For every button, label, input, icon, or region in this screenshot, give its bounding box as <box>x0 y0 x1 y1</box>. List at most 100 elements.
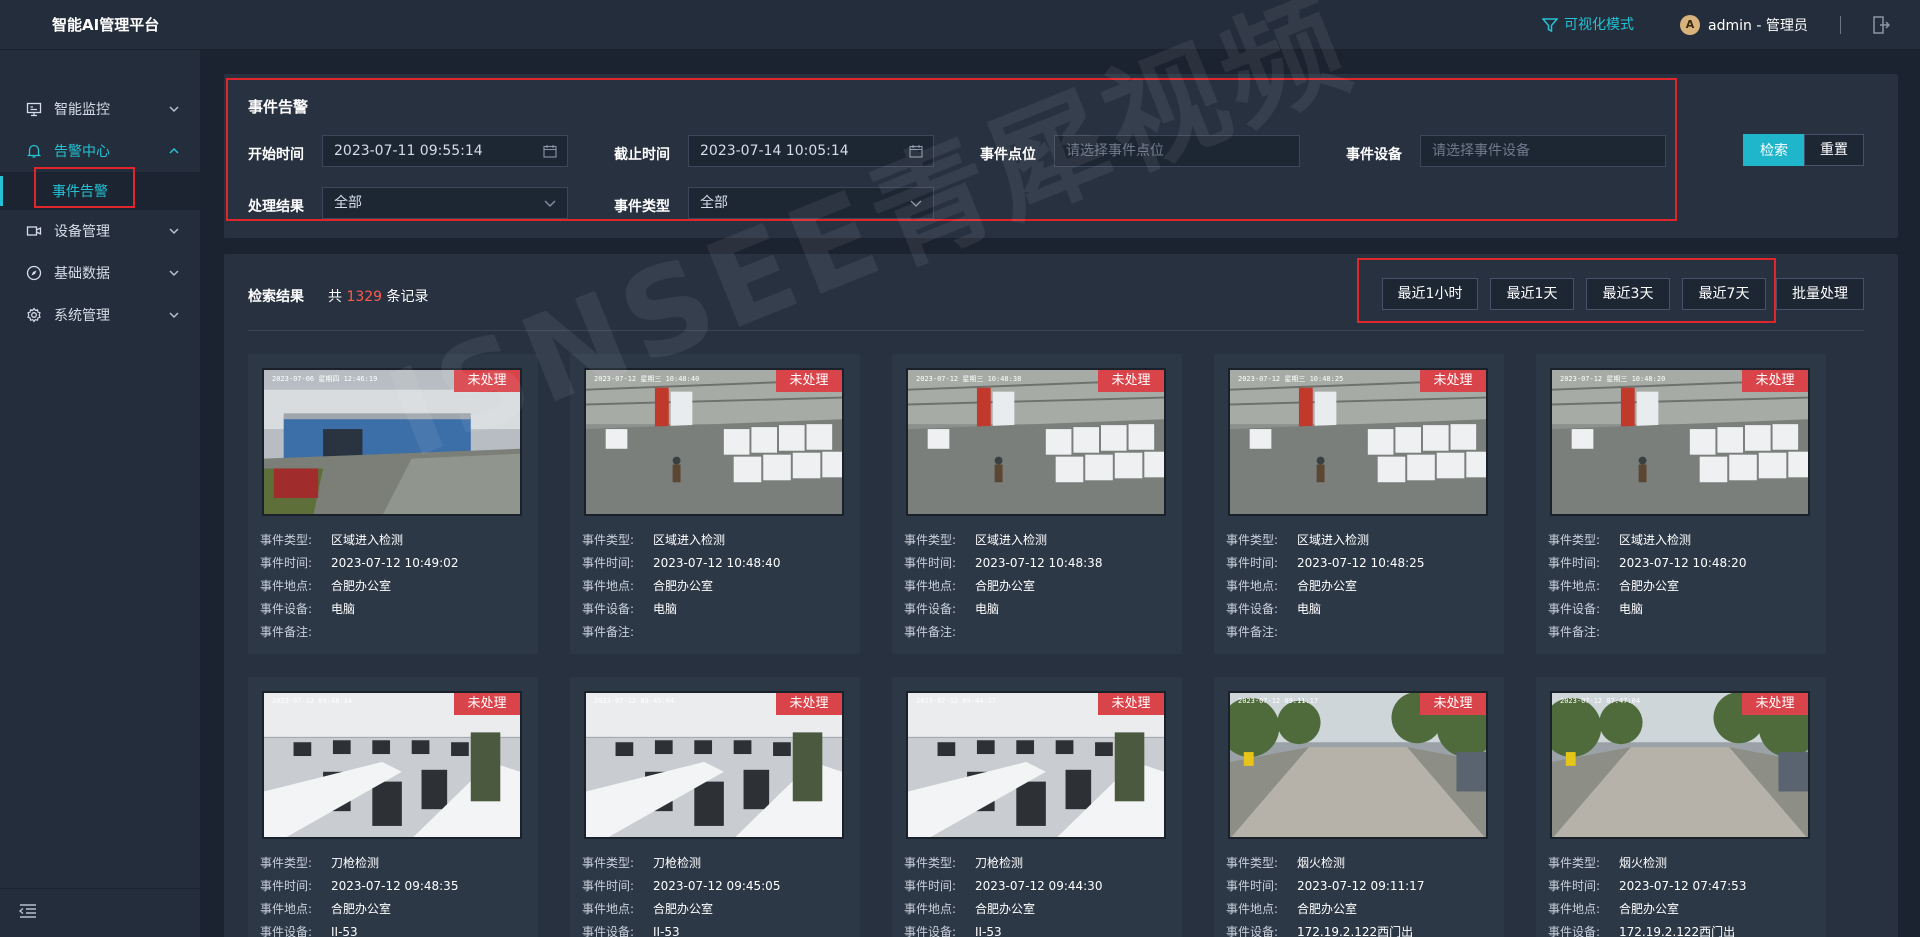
chevron-down-icon <box>169 106 179 113</box>
place-value: 合肥办公室 <box>1619 579 1680 593</box>
device-value: II-53 <box>975 924 1002 937</box>
event-point-label: 事件点位 <box>980 147 1036 163</box>
info-row-note: 事件备注: <box>1226 620 1496 643</box>
sidebar-item-label: 告警中心 <box>54 144 110 160</box>
sidebar-item-base-data[interactable]: 基础数据 <box>0 252 200 294</box>
device-key: 事件设备: <box>904 602 957 616</box>
device-value: 电脑 <box>1619 602 1644 616</box>
place-key: 事件地点: <box>1548 579 1601 593</box>
user-menu[interactable]: A admin - 管理员 <box>1680 0 1808 50</box>
reset-button[interactable]: 重置 <box>1804 134 1864 166</box>
status-badge: 未处理 <box>1742 370 1808 392</box>
event-point-select[interactable]: 请选择事件点位 <box>1054 135 1300 167</box>
last-7-days-button[interactable]: 最近7天 <box>1682 278 1766 310</box>
info-row-device: 事件设备: 电脑 <box>260 597 530 620</box>
status-badge: 未处理 <box>776 693 842 715</box>
event-card[interactable]: 2023-07-06 星期四 12:46:19 未处理 事件类型: 区域进入检测 … <box>248 354 538 654</box>
end-time-input[interactable]: 2023-07-14 10:05:14 <box>688 135 934 167</box>
visual-mode-link[interactable]: 可视化模式 <box>1542 0 1634 50</box>
batch-process-button[interactable]: 批量处理 <box>1776 278 1864 310</box>
last-1-hour-button[interactable]: 最近1小时 <box>1382 278 1478 310</box>
place-value: 合肥办公室 <box>331 579 392 593</box>
collapse-menu-icon[interactable] <box>18 903 38 919</box>
device-value: 电脑 <box>1297 602 1322 616</box>
event-snapshot[interactable]: 2023-07-12 07:47:04 未处理 <box>1550 691 1810 839</box>
event-snapshot[interactable]: 2023-07-12 09:45:04 未处理 <box>584 691 844 839</box>
bell-icon <box>26 144 42 158</box>
sidebar-item-alarm-center[interactable]: 告警中心 <box>0 130 200 172</box>
info-row-device: 事件设备: II-53 <box>582 920 852 937</box>
info-row-place: 事件地点: 合肥办公室 <box>1226 897 1496 920</box>
event-info: 事件类型: 烟火检测 事件时间: 2023-07-12 07:47:53 事件地点:… <box>1548 851 1818 937</box>
compass-icon <box>26 265 42 281</box>
place-value: 合肥办公室 <box>653 902 714 916</box>
event-snapshot[interactable]: 2023-07-12 星期三 10:48:20 未处理 <box>1550 368 1810 516</box>
info-row-type: 事件类型: 烟火检测 <box>1226 851 1496 874</box>
camera-icon <box>26 226 42 236</box>
event-card[interactable]: 2023-07-12 星期三 10:48:40 未处理 事件类型: 区域进入检测 … <box>570 354 860 654</box>
info-row-place: 事件地点: 合肥办公室 <box>1226 574 1496 597</box>
info-row-type: 事件类型: 区域进入检测 <box>1226 528 1496 551</box>
filter-icon <box>1542 18 1558 33</box>
place-key: 事件地点: <box>260 902 313 916</box>
event-card[interactable]: 2023-07-12 星期三 10:48:25 未处理 事件类型: 区域进入检测 … <box>1214 354 1504 654</box>
sidebar-item-system[interactable]: 系统管理 <box>0 294 200 336</box>
device-key: 事件设备: <box>582 602 635 616</box>
snapshot-timestamp: 2023-07-12 09:45:04 <box>594 697 675 705</box>
logout-icon[interactable] <box>1872 15 1890 35</box>
event-type-label: 事件类型 <box>614 199 670 215</box>
search-button[interactable]: 检索 <box>1743 134 1805 166</box>
event-card[interactable]: 2023-07-12 09:48:34 未处理 事件类型: 刀枪检测 事件时间: 2… <box>248 677 538 937</box>
event-info: 事件类型: 区域进入检测 事件时间: 2023-07-12 10:48:40 事件地… <box>582 528 852 643</box>
type-key: 事件类型: <box>260 856 313 870</box>
sidebar-subitem-event-alarm[interactable]: 事件告警 <box>0 172 200 210</box>
info-row-time: 事件时间: 2023-07-12 09:44:30 <box>904 874 1174 897</box>
type-key: 事件类型: <box>1226 856 1279 870</box>
event-card[interactable]: 2023-07-12 星期三 10:48:38 未处理 事件类型: 区域进入检测 … <box>892 354 1182 654</box>
type-value: 烟火检测 <box>1619 856 1668 870</box>
event-snapshot[interactable]: 2023-07-12 星期三 10:48:38 未处理 <box>906 368 1166 516</box>
info-row-device: 事件设备: II-53 <box>260 920 530 937</box>
event-card[interactable]: 2023-07-12 09:11:17 未处理 事件类型: 烟火检测 事件时间: 2… <box>1214 677 1504 937</box>
sidebar-item-device[interactable]: 设备管理 <box>0 210 200 252</box>
time-key: 事件时间: <box>260 879 313 893</box>
event-snapshot[interactable]: 2023-07-12 星期三 10:48:40 未处理 <box>584 368 844 516</box>
sidebar-item-monitor[interactable]: 智能监控 <box>0 88 200 130</box>
event-snapshot[interactable]: 2023-07-12 星期三 10:48:25 未处理 <box>1228 368 1488 516</box>
event-snapshot[interactable]: 2023-07-12 09:11:17 未处理 <box>1228 691 1488 839</box>
info-row-type: 事件类型: 刀枪检测 <box>582 851 852 874</box>
place-key: 事件地点: <box>582 579 635 593</box>
results-count: 1329 <box>346 289 383 305</box>
device-value: 电脑 <box>653 602 678 616</box>
info-row-place: 事件地点: 合肥办公室 <box>904 897 1174 920</box>
event-snapshot[interactable]: 2023-07-06 星期四 12:46:19 未处理 <box>262 368 522 516</box>
snapshot-timestamp: 2023-07-12 星期三 10:48:20 <box>1560 375 1666 383</box>
start-time-label: 开始时间 <box>248 147 304 163</box>
event-snapshot[interactable]: 2023-07-12 09:48:34 未处理 <box>262 691 522 839</box>
info-row-time: 事件时间: 2023-07-12 10:48:40 <box>582 551 852 574</box>
event-card[interactable]: 2023-07-12 09:44:27 未处理 事件类型: 刀枪检测 事件时间: 2… <box>892 677 1182 937</box>
chevron-down-icon <box>910 200 922 207</box>
start-time-input[interactable]: 2023-07-11 09:55:14 <box>322 135 568 167</box>
device-key: 事件设备: <box>260 925 313 937</box>
type-key: 事件类型: <box>582 856 635 870</box>
event-device-select[interactable]: 请选择事件设备 <box>1420 135 1666 167</box>
type-value: 区域进入检测 <box>1297 533 1370 547</box>
snapshot-timestamp: 2023-07-06 星期四 12:46:19 <box>272 375 378 383</box>
event-snapshot[interactable]: 2023-07-12 09:44:27 未处理 <box>906 691 1166 839</box>
event-card[interactable]: 2023-07-12 09:45:04 未处理 事件类型: 刀枪检测 事件时间: 2… <box>570 677 860 937</box>
topbar-divider <box>1840 16 1841 34</box>
event-type-select[interactable]: 全部 <box>688 187 934 219</box>
event-card[interactable]: 2023-07-12 星期三 10:48:20 未处理 事件类型: 区域进入检测 … <box>1536 354 1826 654</box>
status-badge: 未处理 <box>454 693 520 715</box>
last-3-days-button[interactable]: 最近3天 <box>1586 278 1670 310</box>
type-value: 烟火检测 <box>1297 856 1346 870</box>
result-select[interactable]: 全部 <box>322 187 568 219</box>
result-label: 处理结果 <box>248 199 304 215</box>
results-title: 检索结果 <box>248 289 304 305</box>
device-key: 事件设备: <box>1226 925 1279 937</box>
event-info: 事件类型: 区域进入检测 事件时间: 2023-07-12 10:48:38 事件地… <box>904 528 1174 643</box>
calendar-icon <box>543 145 557 158</box>
last-1-day-button[interactable]: 最近1天 <box>1490 278 1574 310</box>
event-card[interactable]: 2023-07-12 07:47:04 未处理 事件类型: 烟火检测 事件时间: 2… <box>1536 677 1826 937</box>
